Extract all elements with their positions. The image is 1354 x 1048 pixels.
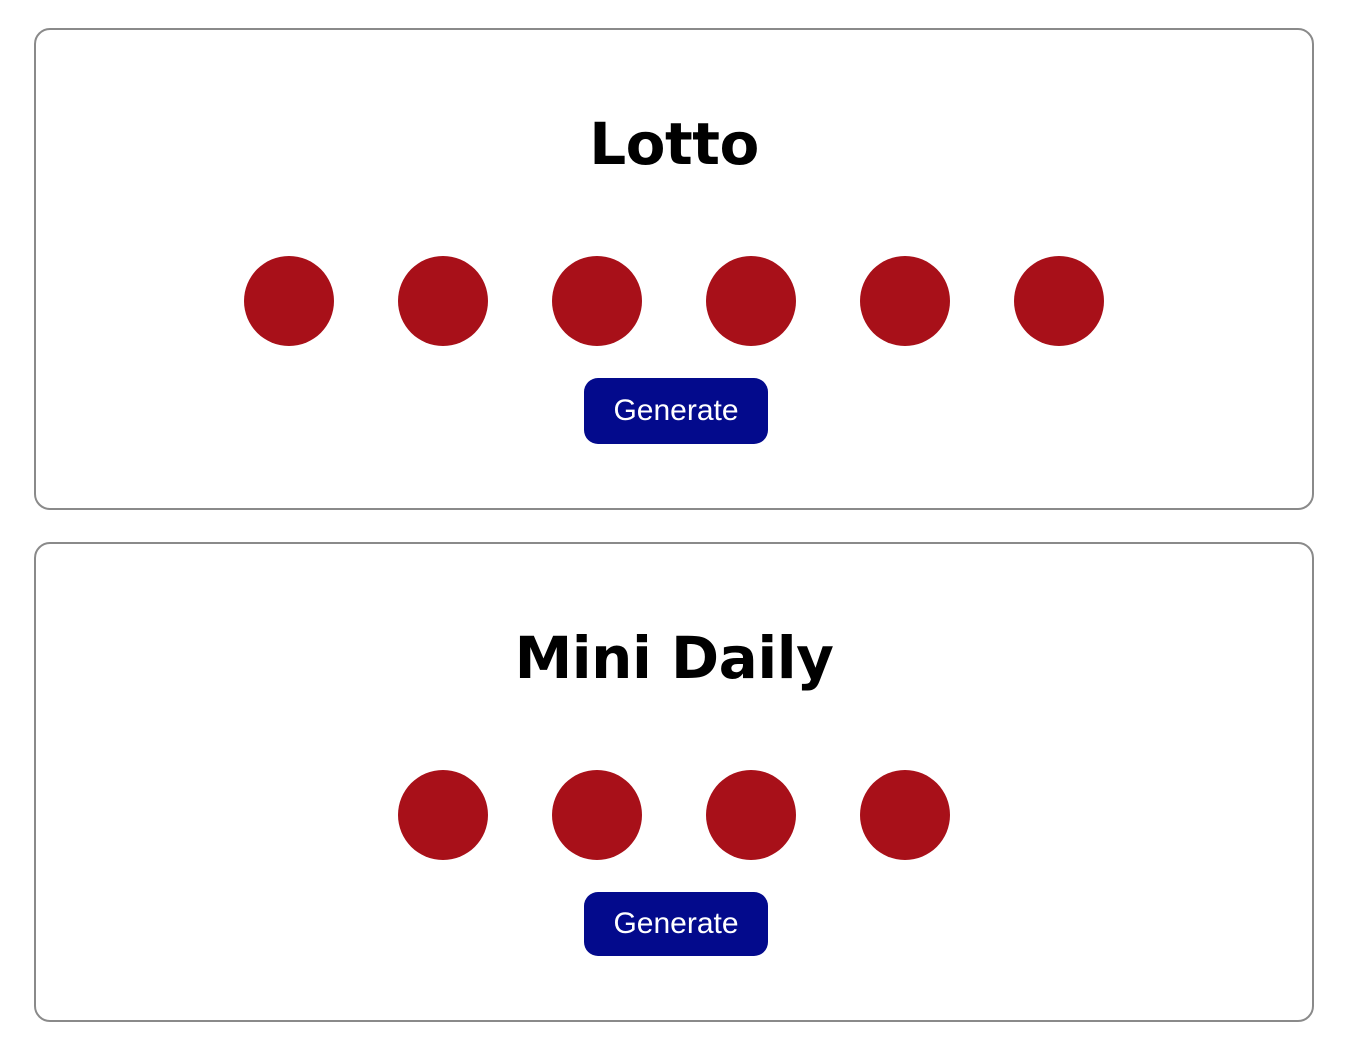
mini-daily-title: Mini Daily [514,624,834,692]
lotto-generate-button[interactable]: Generate [584,378,768,444]
mini-daily-ball [860,770,950,860]
mini-daily-ball [552,770,642,860]
mini-daily-generate-button[interactable]: Generate [584,892,768,956]
lotto-ball [552,256,642,346]
mini-daily-balls [36,770,1312,860]
lotto-title: Lotto [589,110,759,178]
mini-daily-card: Mini Daily Generate [34,542,1314,1022]
page: Lotto Generate Mini Daily Generate [0,0,1354,1048]
lotto-ball [1014,256,1104,346]
lotto-ball [706,256,796,346]
lotto-ball [244,256,334,346]
lotto-balls [36,256,1312,346]
lotto-ball [398,256,488,346]
mini-daily-ball [398,770,488,860]
mini-daily-ball [706,770,796,860]
lotto-card: Lotto Generate [34,28,1314,510]
lotto-ball [860,256,950,346]
